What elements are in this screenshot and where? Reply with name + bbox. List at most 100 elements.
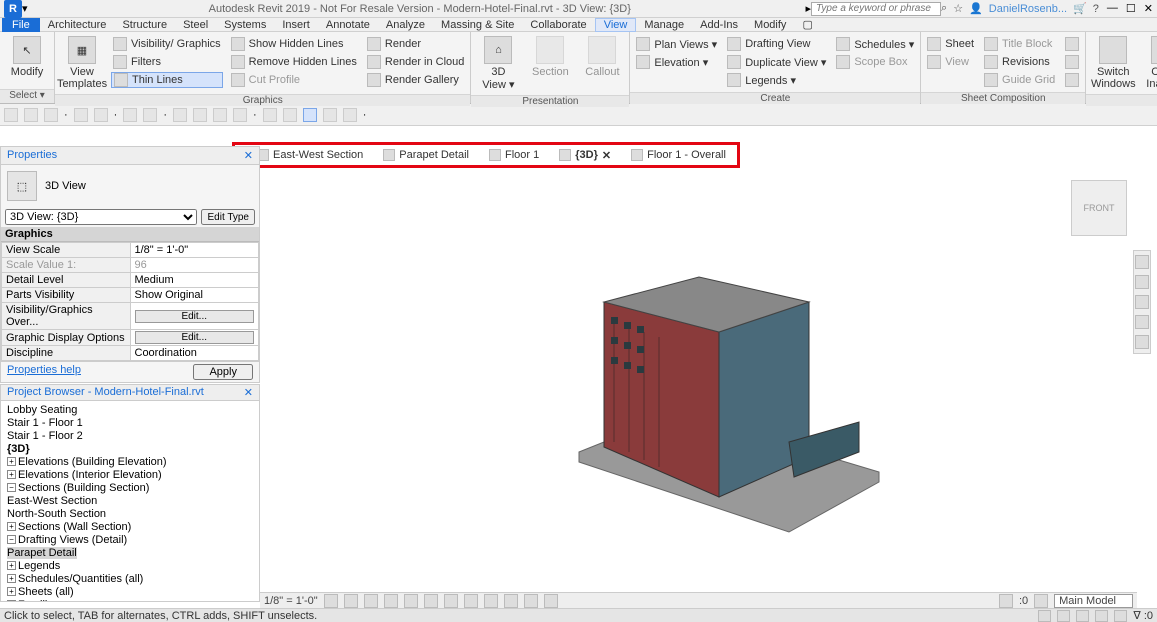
- matchline-button[interactable]: [1063, 36, 1081, 52]
- qat-thinlines[interactable]: [303, 108, 317, 122]
- tab-close-icon[interactable]: ✕: [602, 149, 611, 162]
- qat-section[interactable]: [283, 108, 297, 122]
- tree-node[interactable]: Stair 1 - Floor 2: [3, 429, 257, 442]
- menu-view[interactable]: View: [595, 18, 637, 32]
- remove-hidden-button[interactable]: Remove Hidden Lines: [229, 54, 359, 70]
- browser-close[interactable]: ✕: [244, 386, 253, 399]
- prop-val[interactable]: 1/8" = 1'-0": [130, 243, 259, 258]
- section-button[interactable]: Section: [525, 34, 575, 93]
- tree-node[interactable]: {3D}: [3, 442, 257, 455]
- menu-manage[interactable]: Manage: [636, 18, 692, 32]
- view-tab-parapet-detail[interactable]: Parapet Detail: [373, 145, 479, 165]
- modify-button[interactable]: ↖ Modify: [2, 34, 52, 87]
- qat-open[interactable]: [4, 108, 18, 122]
- highlight-displacement-icon[interactable]: [544, 594, 558, 608]
- close-inactive-button[interactable]: Close Inactive: [1140, 34, 1157, 92]
- file-menu[interactable]: File: [2, 18, 40, 32]
- revisions-button[interactable]: Revisions: [982, 54, 1057, 70]
- view-place-button[interactable]: View: [925, 54, 976, 70]
- menu-insert[interactable]: Insert: [274, 18, 318, 32]
- edit-type-button[interactable]: Edit Type: [201, 209, 255, 225]
- prop-val[interactable]: Show Original: [130, 288, 259, 303]
- detail-level-icon[interactable]: [324, 594, 338, 608]
- exchange-icon[interactable]: 🛒: [1073, 2, 1087, 15]
- properties-close[interactable]: ✕: [244, 149, 253, 162]
- expand-icon[interactable]: −: [7, 483, 16, 492]
- edit-button[interactable]: Edit...: [135, 310, 255, 323]
- view-scale[interactable]: 1/8" = 1'-0": [264, 595, 318, 607]
- properties-help-link[interactable]: Properties help: [7, 364, 81, 380]
- menu-analyze[interactable]: Analyze: [378, 18, 433, 32]
- tree-node[interactable]: +Elevations (Interior Elevation): [3, 468, 257, 481]
- temp-hide-icon[interactable]: [484, 594, 498, 608]
- qat-measure[interactable]: [143, 108, 157, 122]
- tree-node[interactable]: Parapet Detail: [3, 546, 257, 559]
- expand-icon[interactable]: +: [7, 587, 16, 596]
- tree-node[interactable]: +Sheets (all): [3, 585, 257, 598]
- activate-button[interactable]: [1063, 72, 1081, 88]
- qat-tag[interactable]: [213, 108, 227, 122]
- render-cloud-button[interactable]: Render in Cloud: [365, 54, 467, 70]
- minimize-button[interactable]: —: [1107, 2, 1118, 15]
- visibility-graphics-button[interactable]: Visibility/ Graphics: [111, 36, 223, 52]
- signin-icon[interactable]: ☆: [953, 2, 963, 15]
- qat-switch[interactable]: [343, 108, 357, 122]
- expand-icon[interactable]: −: [7, 535, 16, 544]
- tree-node[interactable]: East-West Section: [3, 494, 257, 507]
- menu-architecture[interactable]: Architecture: [40, 18, 115, 32]
- show-hidden-button[interactable]: Show Hidden Lines: [229, 36, 359, 52]
- menu-steel[interactable]: Steel: [175, 18, 216, 32]
- legends-button[interactable]: Legends ▾: [725, 72, 828, 88]
- cut-profile-button[interactable]: Cut Profile: [229, 72, 359, 88]
- tree-node[interactable]: Stair 1 - Floor 1: [3, 416, 257, 429]
- sheet-button[interactable]: Sheet: [925, 36, 976, 52]
- menu-context-icon[interactable]: ▢: [794, 18, 820, 32]
- prop-val[interactable]: Medium: [130, 273, 259, 288]
- edit-button[interactable]: Edit...: [135, 331, 255, 344]
- tree-node[interactable]: +Families: [3, 598, 257, 602]
- viewref-button[interactable]: [1063, 54, 1081, 70]
- menu-systems[interactable]: Systems: [216, 18, 274, 32]
- qat-align[interactable]: [173, 108, 187, 122]
- tree-node[interactable]: +Elevations (Building Elevation): [3, 455, 257, 468]
- qat-redo[interactable]: [94, 108, 108, 122]
- qat-default3d[interactable]: [263, 108, 277, 122]
- prop-val[interactable]: Coordination: [130, 346, 259, 361]
- qat-text[interactable]: [233, 108, 247, 122]
- elevation-button[interactable]: Elevation ▾: [634, 54, 719, 70]
- expand-icon[interactable]: +: [7, 470, 16, 479]
- view-tab-floor-1[interactable]: Floor 1: [479, 145, 549, 165]
- qat-print[interactable]: [123, 108, 137, 122]
- nav-zoom[interactable]: [1135, 315, 1149, 329]
- qat-dim[interactable]: [193, 108, 207, 122]
- menu-massing[interactable]: Massing & Site: [433, 18, 522, 32]
- qat-save[interactable]: [24, 108, 38, 122]
- nav-pan[interactable]: [1135, 295, 1149, 309]
- qat-dropdown[interactable]: ▾: [22, 2, 34, 15]
- reveal-icon[interactable]: [504, 594, 518, 608]
- expand-icon[interactable]: +: [7, 561, 16, 570]
- apply-button[interactable]: Apply: [193, 364, 253, 380]
- qat-close[interactable]: [323, 108, 337, 122]
- menu-collaborate[interactable]: Collaborate: [522, 18, 594, 32]
- shadows-icon[interactable]: [384, 594, 398, 608]
- tree-node[interactable]: +Sections (Wall Section): [3, 520, 257, 533]
- qat-sync[interactable]: [44, 108, 58, 122]
- crop-region-icon[interactable]: [444, 594, 458, 608]
- search-icon[interactable]: ⌕: [941, 2, 947, 15]
- crop-icon[interactable]: [424, 594, 438, 608]
- drawing-canvas[interactable]: [260, 172, 1137, 592]
- tree-node[interactable]: North-South Section: [3, 507, 257, 520]
- instance-selector[interactable]: 3D View: {3D}: [5, 209, 197, 225]
- titleblock-button[interactable]: Title Block: [982, 36, 1057, 52]
- view-tab-floor-1-overall[interactable]: Floor 1 - Overall: [621, 145, 736, 165]
- close-button[interactable]: ✕: [1144, 2, 1153, 15]
- expand-icon[interactable]: +: [7, 574, 16, 583]
- menu-addins[interactable]: Add-Ins: [692, 18, 746, 32]
- render-button[interactable]: Render: [365, 36, 467, 52]
- 3d-view-button[interactable]: ⌂ 3D View ▾: [473, 34, 523, 93]
- sb-drag[interactable]: [1114, 610, 1127, 622]
- sb-select-face[interactable]: [1095, 610, 1108, 622]
- sb-select-underlay[interactable]: [1057, 610, 1070, 622]
- tree-node[interactable]: −Drafting Views (Detail): [3, 533, 257, 546]
